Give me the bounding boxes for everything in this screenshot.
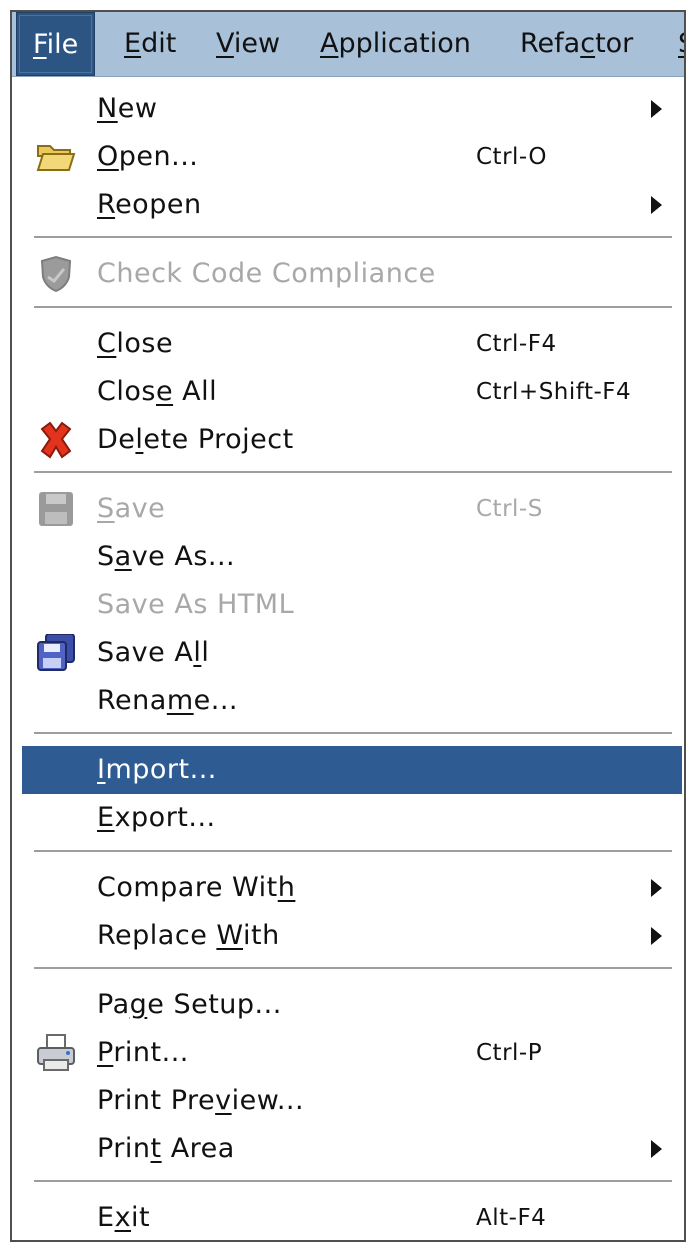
menu-item-label: Rename... [97,685,238,716]
menu-item-reopen[interactable]: Reopen [22,181,682,229]
submenu-arrow-icon [651,1140,662,1158]
menu-separator [34,1180,672,1182]
menu-item-check-code-compliance[interactable]: Check Code Compliance [22,250,682,298]
menu-item-label: Close [97,328,174,359]
printer-icon [36,1034,76,1072]
menu-item-print-area[interactable]: Print Area [22,1125,682,1173]
menu-item-label: Delete Project [97,424,294,455]
menu-item-export[interactable]: Export... [22,794,682,842]
menu-application[interactable]: Application [304,12,487,76]
menu-item-exit[interactable]: Exit Alt-F4 [22,1194,682,1240]
menu-item-label: Export... [97,802,216,833]
menu-item-close-all[interactable]: Close All Ctrl+Shift-F4 [22,368,682,416]
submenu-arrow-icon [651,100,662,118]
menu-item-label: Save [97,493,166,524]
menu-separator [34,471,672,473]
menu-item-label: Page Setup... [97,989,282,1020]
menu-item-replace-with[interactable]: Replace With [22,912,682,960]
menu-item-label: Save As... [97,541,236,572]
menu-refactor[interactable]: Refactor [504,12,649,76]
menu-item-close[interactable]: Close Ctrl-F4 [22,320,682,368]
menu-item-label: Print... [97,1037,189,1068]
disk-icon [36,490,76,528]
menu-separator [34,967,672,969]
menu-item-new[interactable]: New [22,85,682,133]
menu-item-compare-with[interactable]: Compare With [22,864,682,912]
menu-separator [34,732,672,734]
shortcut-label: Ctrl-S [476,496,543,522]
submenu-arrow-icon [651,196,662,214]
shortcut-label: Ctrl-F4 [476,331,557,357]
menu-truncated[interactable]: S [662,12,684,76]
menu-item-label: Reopen [97,189,202,220]
menu-item-save[interactable]: Save Ctrl-S [22,485,682,533]
menu-separator [34,306,672,308]
menu-item-label: Print Preview... [97,1085,305,1116]
shortcut-label: Ctrl-P [476,1040,543,1066]
menu-edit[interactable]: Edit [108,12,192,76]
menu-item-rename[interactable]: Rename... [22,677,682,725]
menu-item-label: Replace With [97,920,280,951]
menu-item-print[interactable]: Print... Ctrl-P [22,1029,682,1077]
menu-item-save-as-html[interactable]: Save As HTML [22,581,682,629]
menubar: File Edit View Application Refactor S [12,12,684,77]
menu-separator [34,850,672,852]
menu-item-print-preview[interactable]: Print Preview... [22,1077,682,1125]
menu-item-label: Compare With [97,872,296,903]
menu-item-label: Open... [97,141,199,172]
menu-item-open[interactable]: Open... Ctrl-O [22,133,682,181]
red-x-icon [36,421,76,459]
folder-icon [36,138,76,176]
shield-icon [36,255,76,293]
menu-item-save-all[interactable]: Save All [22,629,682,677]
menu-item-label: Print Area [97,1133,235,1164]
menu-item-label: Check Code Compliance [97,258,436,289]
application-window: File Edit View Application Refactor S Ne… [10,10,686,1242]
menu-item-import[interactable]: Import... [22,746,682,794]
menu-item-label: Exit [97,1202,151,1233]
shortcut-label: Ctrl+Shift-F4 [476,379,632,405]
submenu-arrow-icon [651,927,662,945]
shortcut-label: Alt-F4 [476,1205,547,1231]
menu-item-label: Save All [97,637,210,668]
menu-item-save-as[interactable]: Save As... [22,533,682,581]
menu-separator [34,236,672,238]
menu-item-label: Save As HTML [97,589,295,620]
shortcut-label: Ctrl-O [476,144,547,170]
menu-view[interactable]: View [200,12,296,76]
disks-icon [36,633,76,672]
menu-file[interactable]: File [16,12,96,76]
menu-item-delete-project[interactable]: Delete Project [22,416,682,464]
menu-item-label: Import... [97,754,217,785]
submenu-arrow-icon [651,879,662,897]
menu-item-label: Close All [97,376,218,407]
menu-item-label: New [97,93,158,124]
menu-item-page-setup[interactable]: Page Setup... [22,981,682,1029]
